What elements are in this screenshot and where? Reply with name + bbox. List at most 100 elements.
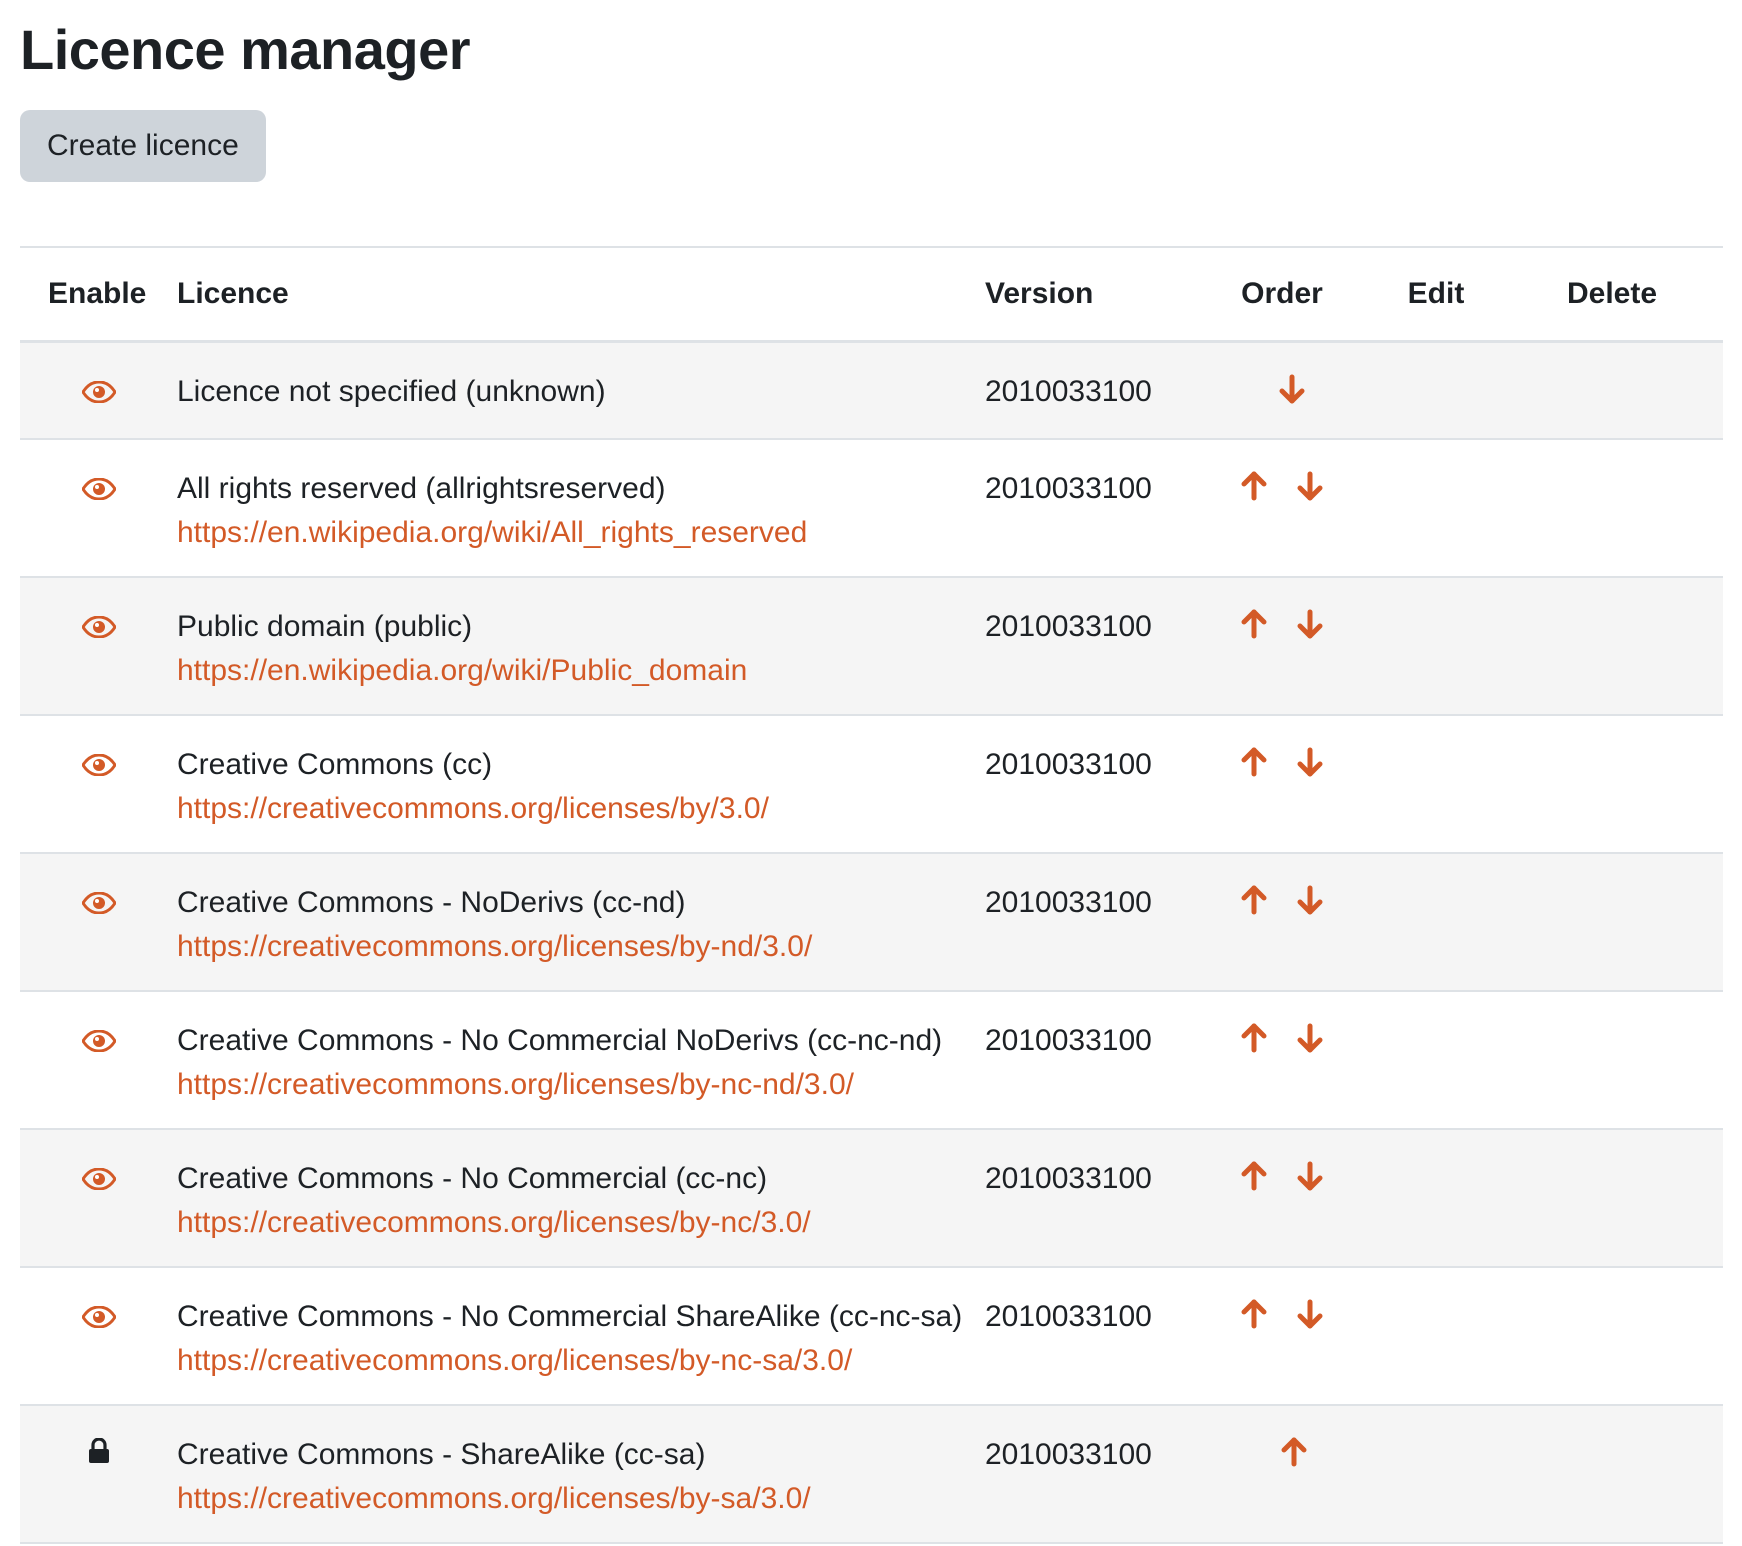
move-up-icon[interactable] [1277,1435,1311,1469]
order-cell [1193,342,1371,440]
eye-icon[interactable] [79,888,119,918]
header-licence: Licence [177,246,985,343]
enable-cell [20,715,177,853]
eye-icon[interactable] [79,750,119,780]
licence-link[interactable]: https://creativecommons.org/licenses/by-… [177,1063,985,1107]
version-value: 2010033100 [985,1438,1152,1471]
licence-link[interactable]: https://creativecommons.org/licenses/by/… [177,787,985,831]
move-down-icon[interactable] [1293,1159,1327,1193]
version-cell: 2010033100 [985,1405,1193,1543]
licence-cell: All rights reserved (allrightsreserved) h… [177,439,985,577]
delete-cell [1501,1267,1723,1405]
table-row: Public domain (public) https://en.wikiped… [20,577,1723,715]
delete-cell [1501,715,1723,853]
table-body: Licence not specified (unknown) 201003310… [20,341,1723,1543]
edit-cell [1371,439,1501,577]
licence-link[interactable]: https://creativecommons.org/licenses/by-… [177,1477,985,1521]
delete-cell [1501,342,1723,440]
version-cell: 2010033100 [985,1129,1193,1267]
eye-icon[interactable] [79,1302,119,1332]
move-down-icon[interactable] [1293,1297,1327,1331]
order-cell [1193,1267,1371,1405]
header-edit: Edit [1371,246,1501,343]
eye-icon[interactable] [79,612,119,642]
version-cell: 2010033100 [985,715,1193,853]
header-delete: Delete [1501,246,1723,343]
version-cell: 2010033100 [985,342,1193,440]
table-row: Creative Commons - NoDerivs (cc-nd) https… [20,853,1723,991]
delete-cell [1501,439,1723,577]
move-down-icon[interactable] [1293,1021,1327,1055]
edit-cell [1371,991,1501,1129]
order-cell [1193,1129,1371,1267]
order-cell [1193,439,1371,577]
move-up-icon[interactable] [1237,745,1271,779]
licence-cell: Creative Commons - ShareAlike (cc-sa) htt… [177,1405,985,1543]
licence-name: Public domain (public) [177,610,473,643]
header-order: Order [1193,246,1371,343]
enable-cell [20,342,177,440]
move-up-icon[interactable] [1237,607,1271,641]
move-down-icon[interactable] [1275,372,1309,406]
eye-icon[interactable] [79,377,119,407]
table-header: Enable Licence Version Order Edit Delete [20,246,1723,343]
move-down-icon[interactable] [1293,607,1327,641]
eye-icon[interactable] [79,1026,119,1056]
version-value: 2010033100 [985,472,1152,505]
move-down-icon[interactable] [1293,883,1327,917]
table-row: Creative Commons - No Commercial (cc-nc)… [20,1129,1723,1267]
version-value: 2010033100 [985,748,1152,781]
order-cell [1193,991,1371,1129]
licence-cell: Creative Commons - No Commercial ShareAl… [177,1267,985,1405]
licence-cell: Licence not specified (unknown) [177,342,985,440]
licence-cell: Creative Commons - No Commercial NoDeriv… [177,991,985,1129]
edit-cell [1371,577,1501,715]
eye-icon[interactable] [79,474,119,504]
licence-name: Creative Commons - No Commercial (cc-nc) [177,1162,768,1195]
version-cell: 2010033100 [985,439,1193,577]
move-up-icon[interactable] [1237,1297,1271,1331]
order-cell [1193,1405,1371,1543]
delete-cell [1501,853,1723,991]
table-row: Licence not specified (unknown) 201003310… [20,341,1723,440]
enable-cell [20,853,177,991]
move-up-icon[interactable] [1237,883,1271,917]
licence-link[interactable]: https://en.wikipedia.org/wiki/All_rights… [177,511,985,555]
version-value: 2010033100 [985,1024,1152,1057]
enable-cell [20,439,177,577]
enable-cell [20,577,177,715]
move-down-icon[interactable] [1293,469,1327,503]
licence-name: Creative Commons - No Commercial ShareAl… [177,1300,963,1333]
licence-manager-page: Licence manager Create licence Enable Li… [0,0,1742,1544]
header-enable: Enable [20,246,177,343]
move-up-icon[interactable] [1237,469,1271,503]
version-cell: 2010033100 [985,991,1193,1129]
enable-cell [20,991,177,1129]
licence-name: All rights reserved (allrightsreserved) [177,472,666,505]
version-value: 2010033100 [985,375,1152,408]
licence-link[interactable]: https://creativecommons.org/licenses/by-… [177,1339,985,1383]
version-value: 2010033100 [985,886,1152,919]
move-up-icon[interactable] [1237,1159,1271,1193]
table-row: Creative Commons - No Commercial ShareAl… [20,1267,1723,1405]
delete-cell [1501,1405,1723,1543]
table-row: All rights reserved (allrightsreserved) h… [20,439,1723,577]
move-down-icon[interactable] [1293,745,1327,779]
licence-name: Creative Commons - ShareAlike (cc-sa) [177,1438,706,1471]
enable-cell [20,1129,177,1267]
table-row: Creative Commons - ShareAlike (cc-sa) htt… [20,1405,1723,1543]
licence-link[interactable]: https://creativecommons.org/licenses/by-… [177,925,985,969]
create-licence-button[interactable]: Create licence [20,110,266,182]
move-up-icon[interactable] [1237,1021,1271,1055]
edit-cell [1371,1405,1501,1543]
licence-table: Enable Licence Version Order Edit Delete… [20,246,1723,1544]
licence-link[interactable]: https://creativecommons.org/licenses/by-… [177,1201,985,1245]
eye-icon[interactable] [79,1164,119,1194]
licence-link[interactable]: https://en.wikipedia.org/wiki/Public_dom… [177,649,985,693]
version-cell: 2010033100 [985,577,1193,715]
version-value: 2010033100 [985,610,1152,643]
version-value: 2010033100 [985,1300,1152,1333]
table-row: Creative Commons (cc) https://creativecom… [20,715,1723,853]
licence-cell: Public domain (public) https://en.wikiped… [177,577,985,715]
edit-cell [1371,715,1501,853]
